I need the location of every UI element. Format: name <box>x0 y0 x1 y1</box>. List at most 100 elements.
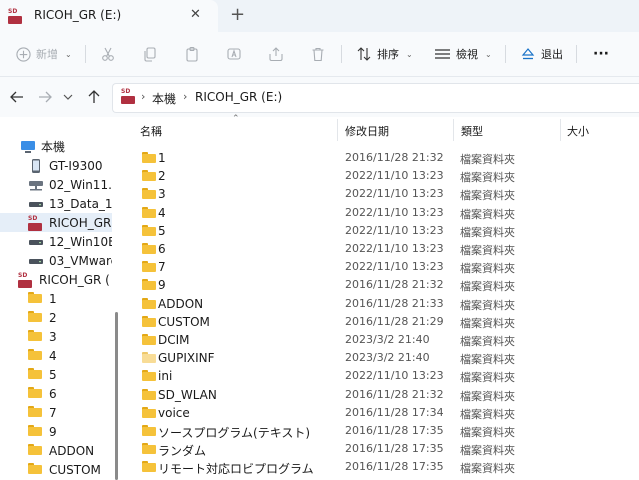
nav-item[interactable]: 5 <box>0 365 112 384</box>
back-arrow-icon[interactable] <box>8 88 26 106</box>
file-name: 1 <box>158 151 166 165</box>
column-divider[interactable] <box>453 119 454 141</box>
file-row[interactable]: 4 2022/11/10 13:23 檔案資料夾 <box>138 204 628 222</box>
file-row[interactable]: 6 2022/11/10 13:23 檔案資料夾 <box>138 240 628 258</box>
network-drive-icon <box>28 178 44 192</box>
file-type: 檔案資料夾 <box>460 407 515 421</box>
folder-icon <box>142 388 156 400</box>
file-row[interactable]: 5 2022/11/10 13:23 檔案資料夾 <box>138 222 628 240</box>
file-type: 檔案資料夾 <box>460 426 515 439</box>
folder-icon <box>142 279 156 291</box>
file-modified-date: 2016/11/28 17:35 <box>345 424 444 437</box>
nav-item-label: 6 <box>49 386 57 401</box>
nav-item-label: CUSTOM <box>49 462 101 477</box>
nav-item[interactable]: 4 <box>0 346 112 365</box>
file-type: 檔案資料夾 <box>460 462 515 476</box>
forward-arrow-icon[interactable] <box>36 88 54 106</box>
file-name: 5 <box>158 223 166 238</box>
file-row[interactable]: 9 2016/11/28 21:32 檔案資料夾 <box>138 276 628 294</box>
computer-icon <box>20 140 36 154</box>
nav-item[interactable]: SD RICOH_GR <box>0 213 112 232</box>
close-tab-button[interactable]: ✕ <box>190 7 201 22</box>
cut-button[interactable] <box>100 43 116 65</box>
folder-icon <box>142 370 156 382</box>
file-type: 檔案資料夾 <box>460 262 515 276</box>
folder-icon <box>142 406 156 418</box>
file-name: voice <box>158 405 190 420</box>
file-row[interactable]: 2 2022/11/10 13:23 檔案資料夾 <box>138 167 628 185</box>
file-name: 6 <box>158 242 166 256</box>
file-modified-date: 2023/3/2 21:40 <box>345 351 430 365</box>
nav-item[interactable]: 9 <box>0 422 112 441</box>
file-row[interactable]: CUSTOM 2016/11/28 21:29 檔案資料夾 <box>138 313 628 331</box>
file-row[interactable]: 3 2022/11/10 13:23 檔案資料夾 <box>138 185 628 203</box>
view-button[interactable]: 檢視 ⌄ <box>434 43 492 65</box>
column-header-type[interactable]: 類型 <box>461 123 483 139</box>
nav-item[interactable]: 03_VMware <box>0 251 112 270</box>
file-row[interactable]: SD_WLAN 2016/11/28 21:32 檔案資料夾 <box>138 386 628 404</box>
file-row[interactable]: 1 2016/11/28 21:32 檔案資料夾 <box>138 149 628 167</box>
nav-item[interactable]: 12_Win10E <box>0 232 112 251</box>
nav-item[interactable]: SD RICOH_GR ( <box>0 270 112 289</box>
clipboard-icon <box>186 46 198 62</box>
nav-item[interactable]: 02_Win11.( <box>0 175 112 194</box>
more-options-button[interactable]: ··· <box>593 43 609 65</box>
nav-item[interactable]: 本機 <box>0 137 112 156</box>
file-name: SD_WLAN <box>158 387 217 402</box>
paste-button[interactable] <box>184 43 200 65</box>
nav-item[interactable]: ADDON <box>0 441 112 460</box>
recent-chevron-icon[interactable] <box>62 88 74 106</box>
copy-button[interactable] <box>142 43 158 65</box>
navigation-row: SD › 本機 › RICOH_GR (E:) <box>0 77 639 117</box>
nav-item-label: 3 <box>49 329 57 344</box>
nav-item[interactable]: 7 <box>0 403 112 422</box>
nav-item-label: 本機 <box>41 140 66 154</box>
nav-item[interactable]: 13_Data_1. <box>0 194 112 213</box>
file-row[interactable]: 7 2022/11/10 13:23 檔案資料夾 <box>138 258 628 276</box>
column-divider[interactable] <box>560 119 561 141</box>
eject-button[interactable]: 退出 <box>520 43 563 65</box>
file-type: 檔案資料夾 <box>460 189 515 203</box>
file-type: 檔案資料夾 <box>460 444 515 458</box>
folder-icon <box>28 329 44 344</box>
nav-item[interactable]: 1 <box>0 289 112 308</box>
file-row[interactable]: ソースプログラム(テキスト) 2016/11/28 17:35 檔案資料夾 <box>138 422 628 440</box>
nav-item-label: 9 <box>49 424 57 439</box>
file-row[interactable]: voice 2016/11/28 17:34 檔案資料夾 <box>138 404 628 422</box>
column-header-size[interactable]: 大小 <box>567 123 589 139</box>
nav-item[interactable]: 2 <box>0 308 112 327</box>
file-row[interactable]: リモート対応ロビプログラム 2016/11/28 17:35 檔案資料夾 <box>138 458 628 476</box>
file-row[interactable]: ランダム 2016/11/28 17:35 檔案資料夾 <box>138 440 628 458</box>
column-divider[interactable] <box>337 119 338 141</box>
up-arrow-icon[interactable] <box>85 88 103 106</box>
file-name: ランダム <box>158 444 207 459</box>
breadcrumb-this-pc[interactable]: 本機 <box>152 90 176 107</box>
file-row[interactable]: DCIM 2023/3/2 21:40 檔案資料夾 <box>138 331 628 349</box>
file-row[interactable]: ADDON 2016/11/28 21:33 檔案資料夾 <box>138 295 628 313</box>
folder-icon <box>142 224 156 236</box>
nav-item[interactable]: CUSTOM <box>0 460 112 479</box>
file-row[interactable]: GUPIXINF 2023/3/2 21:40 檔案資料夾 <box>138 349 628 367</box>
new-button-label: 新增 <box>36 48 58 61</box>
nav-item[interactable]: 3 <box>0 327 112 346</box>
file-modified-date: 2023/3/2 21:40 <box>345 333 430 346</box>
divider <box>505 45 506 63</box>
delete-button[interactable] <box>310 43 326 65</box>
column-header-date[interactable]: 修改日期 <box>345 123 389 139</box>
nav-item[interactable]: GT-I9300 <box>0 156 112 175</box>
breadcrumb-drive[interactable]: RICOH_GR (E:) <box>195 90 282 104</box>
file-row[interactable]: ini 2022/11/10 13:23 檔案資料夾 <box>138 367 628 385</box>
nav-item[interactable]: 6 <box>0 384 112 403</box>
rename-button[interactable] <box>226 43 242 65</box>
nav-item-label: 02_Win11.( <box>49 177 112 192</box>
file-type: 檔案資料夾 <box>460 225 515 239</box>
navigation-scrollbar[interactable] <box>115 312 118 480</box>
column-header-name[interactable]: 名稱 <box>140 123 162 139</box>
address-bar[interactable]: SD › 本機 › RICOH_GR (E:) <box>112 83 639 113</box>
new-tab-button[interactable]: + <box>230 4 245 25</box>
tab-active[interactable]: SD RICOH_GR (E:) ✕ <box>0 0 218 32</box>
new-button[interactable]: 新增 ⌄ <box>16 43 72 65</box>
sort-button[interactable]: 排序 ⌄ <box>356 43 413 65</box>
share-button[interactable] <box>268 43 284 65</box>
file-type: 檔案資料夾 <box>460 280 515 294</box>
